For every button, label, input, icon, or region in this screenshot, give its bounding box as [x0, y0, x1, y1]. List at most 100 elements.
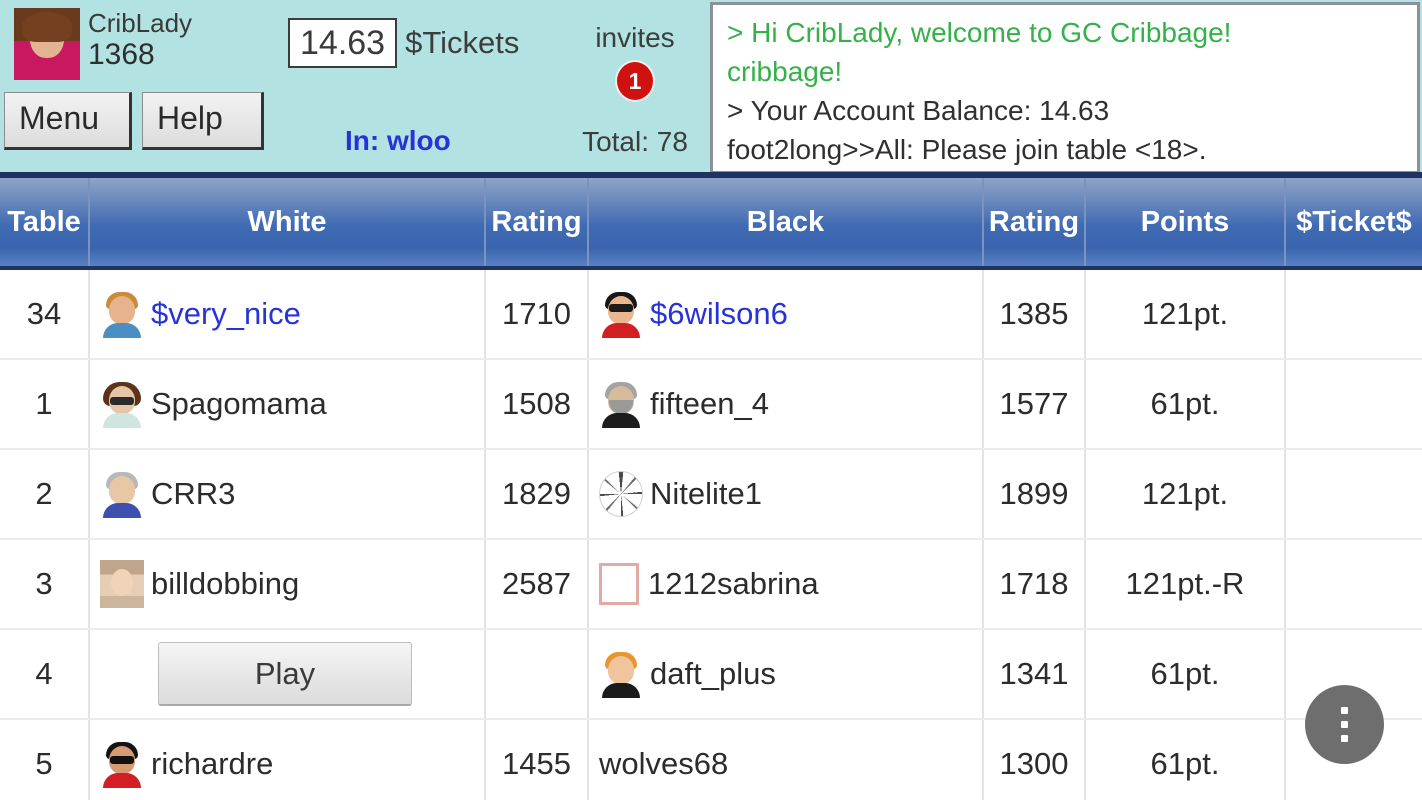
cell-table-number: 34 — [0, 270, 90, 358]
cell-points: 121pt. — [1086, 270, 1286, 358]
black-player-name[interactable]: fifteen_4 — [650, 386, 769, 422]
table-row[interactable]: 4 Play daft_plus 1341 61pt. — [0, 630, 1422, 720]
help-button[interactable]: Help — [142, 92, 264, 150]
column-header-white[interactable]: White — [90, 178, 486, 266]
cell-white-player[interactable]: richardre — [90, 720, 486, 800]
cell-white-rating: 1829 — [486, 450, 589, 538]
player-avatar-icon — [100, 290, 144, 338]
cell-tickets — [1286, 540, 1422, 628]
black-player-name[interactable]: Nitelite1 — [650, 476, 762, 512]
column-header-rating-black[interactable]: Rating — [984, 178, 1086, 266]
player-name: CribLady — [88, 8, 193, 38]
overflow-menu-icon — [1341, 735, 1348, 742]
column-header-rating-white[interactable]: Rating — [486, 178, 589, 266]
black-player-name[interactable]: $6wilson6 — [650, 296, 788, 332]
player-avatar-placeholder-icon — [599, 563, 639, 605]
play-button[interactable]: Play — [158, 642, 412, 706]
black-player-name[interactable]: 1212sabrina — [648, 566, 819, 602]
cell-black-rating: 1899 — [984, 450, 1086, 538]
cell-points: 61pt. — [1086, 360, 1286, 448]
invites-label: invites — [595, 22, 675, 53]
game-tables-list: Table White Rating Black Rating Points $… — [0, 178, 1422, 800]
tickets-value[interactable]: 14.63 — [288, 18, 398, 68]
player-avatar-icon — [100, 380, 144, 428]
menu-button[interactable]: Menu — [4, 92, 132, 150]
player-avatar-icon — [599, 380, 643, 428]
cell-black-player[interactable]: wolves68 — [589, 720, 984, 800]
chat-panel[interactable]: > Hi CribLady, welcome to GC Cribbage! c… — [710, 2, 1420, 174]
player-avatar-icon — [100, 470, 144, 518]
player-avatar-icon — [599, 471, 643, 517]
player-avatar-icon — [599, 290, 643, 338]
overflow-menu-icon — [1341, 721, 1348, 728]
chat-line: cribbage! — [727, 56, 843, 87]
tickets-display: 14.63 $Tickets — [288, 18, 519, 68]
white-player-name[interactable]: billdobbing — [151, 566, 299, 602]
total-players-label: Total: 78 — [582, 126, 688, 157]
cell-tickets — [1286, 270, 1422, 358]
chat-line: foot2long>>All: Please join table <18>. — [727, 134, 1207, 165]
top-button-row: Menu Help — [4, 92, 264, 150]
black-player-name[interactable]: wolves68 — [599, 746, 728, 782]
cell-white-player[interactable]: billdobbing — [90, 540, 486, 628]
player-info: CribLady 1368 — [88, 8, 192, 72]
table-row[interactable]: 3 billdobbing 2587 1212sabrina 1718 121p… — [0, 540, 1422, 630]
cell-black-rating: 1577 — [984, 360, 1086, 448]
black-player-name[interactable]: daft_plus — [650, 656, 776, 692]
cell-black-rating: 1385 — [984, 270, 1086, 358]
cell-white-rating: 1508 — [486, 360, 589, 448]
cell-black-player[interactable]: 1212sabrina — [589, 540, 984, 628]
cell-white-rating: 1455 — [486, 720, 589, 800]
column-header-table[interactable]: Table — [0, 178, 90, 266]
cell-white-player[interactable]: CRR3 — [90, 450, 486, 538]
cell-points: 121pt. — [1086, 450, 1286, 538]
cell-black-player[interactable]: $6wilson6 — [589, 270, 984, 358]
table-row[interactable]: 5 richardre 1455 wolves68 1300 61pt. — [0, 720, 1422, 800]
cell-white-player[interactable]: Spagomama — [90, 360, 486, 448]
player-rating: 1368 — [88, 38, 155, 71]
cell-white-rating — [486, 630, 589, 718]
player-avatar-icon[interactable] — [14, 8, 80, 80]
invites-block[interactable]: invites 1 — [560, 22, 710, 102]
cell-black-rating: 1341 — [984, 630, 1086, 718]
chat-line: > Your Account Balance: 14.63 — [727, 95, 1110, 126]
white-player-name[interactable]: CRR3 — [151, 476, 235, 512]
white-player-name[interactable]: richardre — [151, 746, 273, 782]
cell-table-number: 5 — [0, 720, 90, 800]
cell-black-player[interactable]: daft_plus — [589, 630, 984, 718]
white-player-name[interactable]: Spagomama — [151, 386, 327, 422]
cell-table-number: 3 — [0, 540, 90, 628]
cell-points: 61pt. — [1086, 720, 1286, 800]
table-row[interactable]: 34 $very_nice 1710 $6wilson6 1385 121pt. — [0, 270, 1422, 360]
cell-points: 61pt. — [1086, 630, 1286, 718]
cell-black-rating: 1718 — [984, 540, 1086, 628]
cell-tickets — [1286, 360, 1422, 448]
table-header-row: Table White Rating Black Rating Points $… — [0, 178, 1422, 270]
cell-table-number: 1 — [0, 360, 90, 448]
cell-white-rating: 1710 — [486, 270, 589, 358]
current-room-label[interactable]: In: wloo — [345, 125, 451, 157]
tickets-label: $Tickets — [405, 25, 520, 60]
invites-count-badge[interactable]: 1 — [615, 60, 655, 102]
column-header-tickets[interactable]: $Ticket$ — [1286, 178, 1422, 266]
cell-black-rating: 1300 — [984, 720, 1086, 800]
cell-white-rating: 2587 — [486, 540, 589, 628]
player-avatar-icon — [100, 740, 144, 788]
table-row[interactable]: 2 CRR3 1829 Nitelite1 1899 121pt. — [0, 450, 1422, 540]
column-header-black[interactable]: Black — [589, 178, 984, 266]
app-root: CribLady 1368 Menu Help 14.63 $Tickets I… — [0, 0, 1422, 800]
cell-tickets — [1286, 450, 1422, 538]
cell-table-number: 4 — [0, 630, 90, 718]
cell-white-player[interactable]: Play — [90, 630, 486, 718]
overflow-menu-icon — [1341, 707, 1348, 714]
player-profile[interactable]: CribLady 1368 — [14, 8, 192, 80]
column-header-points[interactable]: Points — [1086, 178, 1286, 266]
cell-black-player[interactable]: Nitelite1 — [589, 450, 984, 538]
cell-table-number: 2 — [0, 450, 90, 538]
cell-points: 121pt.-R — [1086, 540, 1286, 628]
cell-black-player[interactable]: fifteen_4 — [589, 360, 984, 448]
overflow-menu-fab[interactable] — [1305, 685, 1384, 764]
table-row[interactable]: 1 Spagomama 1508 fifteen_4 1577 61pt. — [0, 360, 1422, 450]
cell-white-player[interactable]: $very_nice — [90, 270, 486, 358]
white-player-name[interactable]: $very_nice — [151, 296, 301, 332]
